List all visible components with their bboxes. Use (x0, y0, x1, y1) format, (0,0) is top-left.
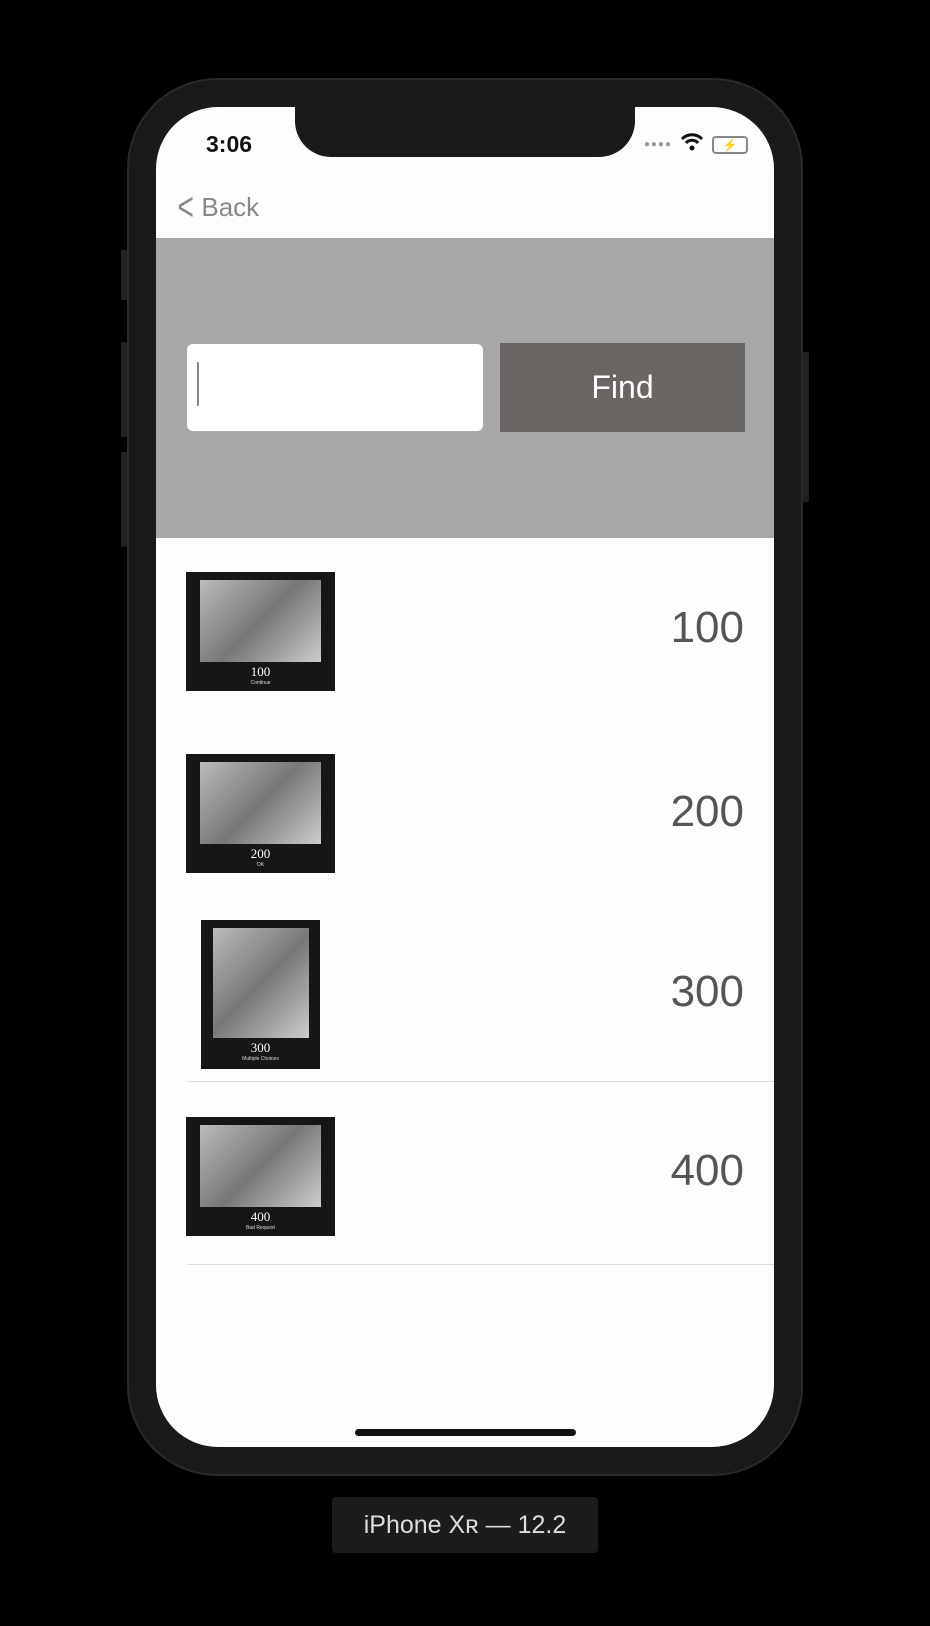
thumbnail-caption: OK (256, 862, 265, 868)
list-item[interactable]: 100 Continue 100 (156, 541, 774, 725)
volume-down-button (121, 452, 127, 547)
list-item[interactable]: 400 Bad Request 400 (156, 1082, 774, 1264)
thumbnail-code: 100 (250, 664, 271, 679)
list-item[interactable]: 200 OK 200 (156, 725, 774, 907)
volume-up-button (121, 342, 127, 437)
device-label: iPhone Xʀ — 12.2 (332, 1497, 598, 1553)
thumbnail-caption: Multiple Choices (242, 1056, 279, 1062)
search-input[interactable] (187, 344, 483, 431)
wifi-icon (680, 133, 704, 156)
search-header: Find (156, 238, 774, 538)
item-value: 200 (670, 787, 744, 836)
row-separator (187, 1264, 774, 1265)
cat-image (200, 762, 321, 844)
list-item[interactable]: 300 Multiple Choices 300 (156, 907, 774, 1081)
back-button[interactable]: < Back (174, 185, 260, 229)
text-cursor (197, 362, 199, 406)
cat-image (200, 1125, 321, 1207)
status-icons: ●●●● ⚡ (644, 133, 748, 156)
thumbnail-caption: Continue (250, 680, 271, 686)
back-label: Back (201, 191, 260, 222)
power-button (803, 352, 809, 502)
signal-icon: ●●●● (643, 139, 672, 150)
thumbnail-code: 200 (250, 846, 271, 861)
cat-image (212, 928, 309, 1038)
cat-thumbnail: 300 Multiple Choices (201, 920, 320, 1069)
chevron-left-icon: < (177, 185, 194, 229)
item-value: 100 (670, 603, 744, 652)
cat-thumbnail: 100 Continue (186, 572, 335, 691)
home-indicator[interactable] (355, 1429, 576, 1436)
thumbnail-code: 300 (250, 1040, 271, 1055)
item-value: 400 (670, 1146, 744, 1195)
thumbnail-code: 400 (250, 1209, 271, 1224)
notch (295, 107, 635, 157)
battery-charging-icon: ⚡ (712, 135, 748, 154)
cat-thumbnail: 400 Bad Request (186, 1117, 335, 1236)
item-value: 300 (670, 967, 744, 1016)
find-button[interactable]: Find (500, 343, 745, 432)
status-time: 3:06 (206, 131, 253, 157)
cat-image (200, 580, 321, 662)
mute-switch (121, 250, 127, 300)
thumbnail-caption: Bad Request (246, 1225, 275, 1231)
app-screen: 3:06 ●●●● ⚡ < Back Find 100 Continue 100… (156, 107, 774, 1447)
cat-thumbnail: 200 OK (186, 754, 335, 873)
